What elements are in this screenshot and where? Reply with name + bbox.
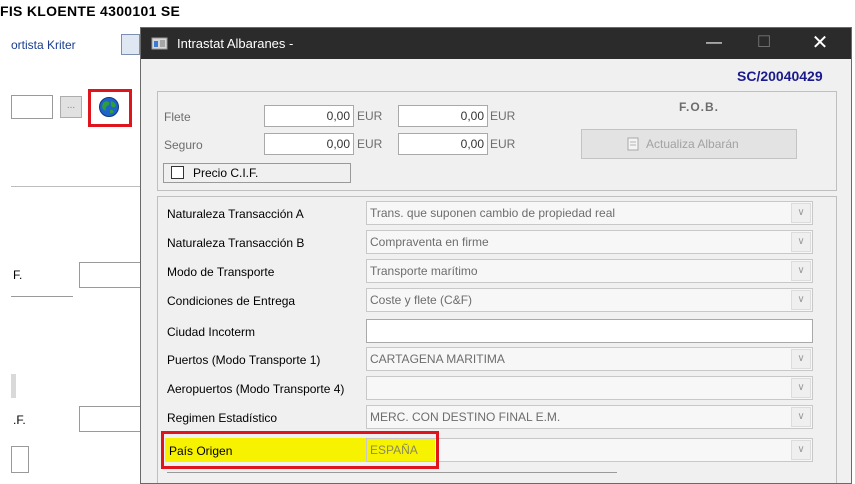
background-link[interactable]: ortista Kriter: [11, 38, 76, 52]
currency-label: EUR: [357, 109, 383, 123]
naturaleza-b-label: Naturaleza Transacción B: [167, 236, 305, 250]
chevron-down-icon[interactable]: ∨: [791, 349, 811, 369]
puertos-select[interactable]: CARTAGENA MARITIMA ∨: [366, 347, 813, 371]
regimen-label: Regimen Estadístico: [167, 411, 278, 425]
fob-label: F.O.B.: [679, 100, 720, 114]
close-button[interactable]: ✕: [797, 28, 843, 59]
chevron-down-icon[interactable]: ∨: [791, 290, 811, 310]
condiciones-entrega-select[interactable]: Coste y flete (C&F) ∨: [366, 288, 813, 312]
background-label-f: F.: [13, 268, 23, 282]
modo-transporte-value: Transporte marítimo: [370, 264, 478, 278]
background-dots-button[interactable]: ...: [60, 96, 82, 118]
modo-transporte-label: Modo de Transporte: [167, 265, 275, 279]
ciudad-incoterm-input[interactable]: [366, 319, 813, 343]
condiciones-entrega-value: Coste y flete (C&F): [370, 293, 473, 307]
close-icon: ✕: [811, 32, 829, 54]
actualiza-albaran-label: Actualiza Albarán: [646, 137, 739, 151]
puertos-label: Puertos (Modo Transporte 1): [167, 353, 321, 367]
actualiza-albaran-button[interactable]: Actualiza Albarán: [581, 129, 797, 159]
precio-cif-checkbox[interactable]: [171, 166, 184, 179]
seguro-input-1[interactable]: 0,00: [264, 133, 354, 155]
background-divider: [11, 186, 140, 187]
minimize-button[interactable]: —: [691, 28, 737, 59]
currency-label: EUR: [357, 137, 383, 151]
partial-bottom-control: [167, 472, 617, 483]
regimen-value: MERC. CON DESTINO FINAL E.M.: [370, 410, 561, 424]
naturaleza-b-select[interactable]: Compraventa en firme ∨: [366, 230, 813, 254]
modo-transporte-select[interactable]: Transporte marítimo ∨: [366, 259, 813, 283]
naturaleza-b-value: Compraventa en firme: [370, 235, 489, 249]
chevron-down-icon[interactable]: ∨: [791, 378, 811, 398]
minimize-icon: —: [706, 34, 722, 51]
aeropuertos-select[interactable]: ∨: [366, 376, 813, 400]
background-field[interactable]: [11, 446, 29, 473]
background-window-title: FIS KLOENTE 4300101 SE: [0, 3, 181, 19]
precio-cif-group: Precio C.I.F.: [163, 163, 351, 183]
chevron-down-icon[interactable]: ∨: [791, 261, 811, 281]
red-highlight-pais-origen: [161, 431, 439, 469]
background-field[interactable]: [79, 406, 141, 432]
document-icon: [626, 137, 640, 151]
background-label-f2: .F.: [13, 413, 26, 427]
flete-label: Flete: [164, 110, 191, 124]
background-divider: [11, 296, 73, 297]
currency-label: EUR: [490, 137, 516, 151]
flete-input-2[interactable]: 0,00: [398, 105, 488, 127]
background-toolbar-icon[interactable]: [121, 34, 140, 55]
albaran-code: SC/20040429: [737, 68, 823, 84]
chevron-down-icon[interactable]: ∨: [791, 232, 811, 252]
regimen-select[interactable]: MERC. CON DESTINO FINAL E.M. ∨: [366, 405, 813, 429]
precio-cif-label: Precio C.I.F.: [193, 166, 259, 180]
ciudad-incoterm-label: Ciudad Incoterm: [167, 325, 256, 339]
chevron-down-icon[interactable]: ∨: [791, 440, 811, 460]
aeropuertos-label: Aeropuertos (Modo Transporte 4): [167, 382, 345, 396]
background-input[interactable]: [11, 95, 53, 119]
chevron-down-icon[interactable]: ∨: [791, 203, 811, 223]
naturaleza-a-select[interactable]: Trans. que suponen cambio de propiedad r…: [366, 201, 813, 225]
maximize-icon: ☐: [756, 34, 772, 51]
app-icon: [151, 35, 169, 51]
seguro-input-2[interactable]: 0,00: [398, 133, 488, 155]
background-scroll-stub: [11, 374, 16, 398]
naturaleza-a-label: Naturaleza Transacción A: [167, 207, 304, 221]
seguro-label: Seguro: [164, 138, 203, 152]
naturaleza-a-value: Trans. que suponen cambio de propiedad r…: [370, 206, 616, 220]
puertos-value: CARTAGENA MARITIMA: [370, 352, 505, 366]
background-field[interactable]: [79, 262, 141, 288]
dialog-title: Intrastat Albaranes -: [177, 36, 294, 51]
condiciones-entrega-label: Condiciones de Entrega: [167, 294, 296, 308]
chevron-down-icon[interactable]: ∨: [791, 407, 811, 427]
currency-label: EUR: [490, 109, 516, 123]
intrastat-dialog: Intrastat Albaranes - — ☐ ✕ SC/20040429 …: [140, 27, 852, 484]
maximize-button[interactable]: ☐: [741, 28, 787, 59]
dialog-titlebar[interactable]: Intrastat Albaranes - — ☐ ✕: [141, 28, 851, 59]
flete-input-1[interactable]: 0,00: [264, 105, 354, 127]
globe-icon[interactable]: [98, 96, 120, 118]
